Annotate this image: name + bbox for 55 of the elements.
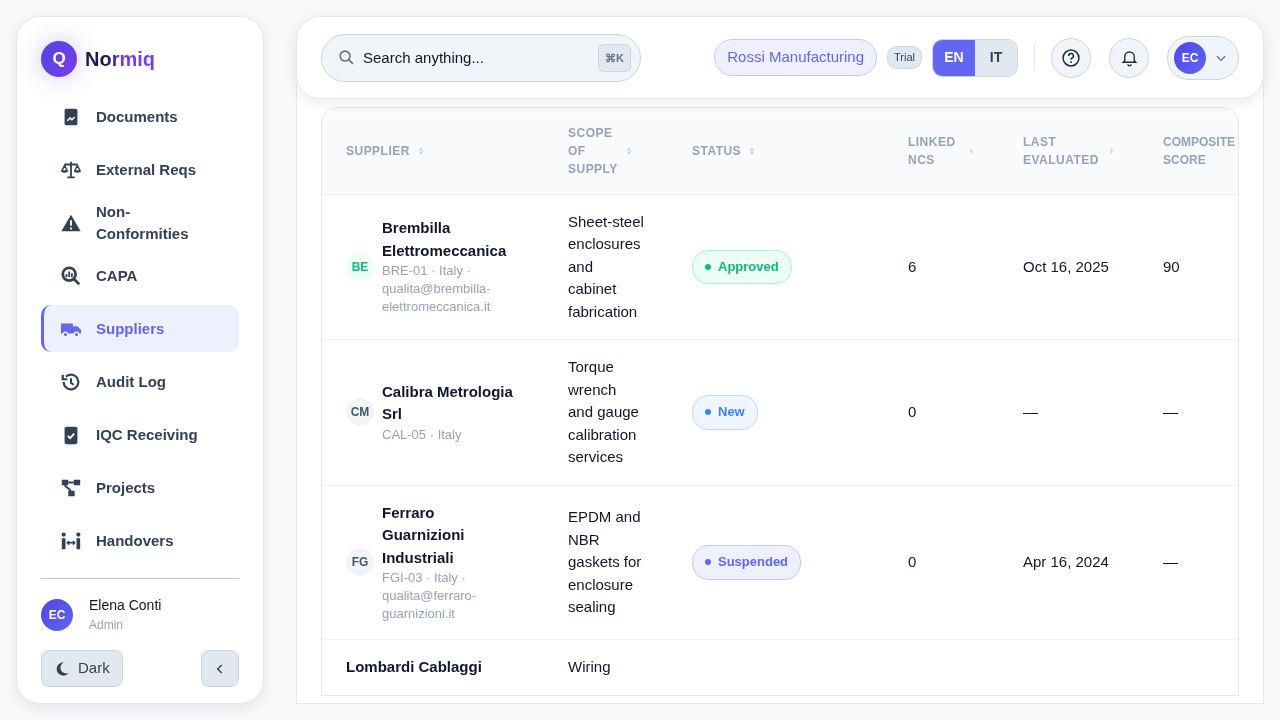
sort-icon bbox=[968, 145, 975, 156]
moon-icon bbox=[54, 660, 70, 677]
linked-ncs-count: 0 bbox=[908, 553, 917, 570]
organization-chip[interactable]: Rossi Manufacturing bbox=[714, 39, 877, 76]
supplier-avatar: FG bbox=[346, 548, 374, 577]
help-icon bbox=[1061, 47, 1081, 68]
theme-button[interactable]: Dark bbox=[41, 650, 123, 687]
scope-text: Wiring bbox=[568, 658, 611, 675]
supplier-details: FGI-03 · Italy · qualita@ferraro-guarnizioni.it bbox=[382, 569, 478, 623]
bell-icon bbox=[1119, 48, 1139, 67]
user-name: Elena Conti bbox=[89, 596, 162, 615]
scope-text: Torque wrench and gauge calibration services bbox=[568, 358, 639, 465]
user-role: Admin bbox=[89, 617, 124, 634]
notifications-button[interactable] bbox=[1109, 37, 1149, 78]
supplier-name[interactable]: Ferraro Guarnizioni Industriali bbox=[382, 501, 520, 569]
sort-icon bbox=[1108, 145, 1115, 156]
search-chart-icon bbox=[60, 264, 82, 287]
search-icon bbox=[338, 48, 355, 66]
status-pill: New bbox=[692, 395, 758, 430]
nav-item[interactable]: Handovers bbox=[41, 517, 239, 564]
account-menu[interactable]: EC bbox=[1167, 35, 1239, 80]
composite-score: — bbox=[1163, 403, 1178, 420]
status-pill: Approved bbox=[692, 249, 792, 284]
composite-score: 90 bbox=[1163, 257, 1180, 275]
nav-item[interactable]: Non-Conformities bbox=[41, 199, 239, 246]
evaluation-date: Apr 16, 2024 bbox=[1023, 553, 1109, 570]
evaluation-date: — bbox=[1023, 403, 1038, 420]
scope-text: Sheet-steel enclosures and cabinet fabrication bbox=[568, 212, 644, 320]
nav-item[interactable]: CAPA bbox=[41, 252, 239, 299]
nav-item[interactable]: Audit Log bbox=[41, 358, 239, 405]
plan-tag: Trial bbox=[887, 46, 922, 69]
linked-ncs-count: 6 bbox=[908, 257, 917, 275]
supplier-avatar: CM bbox=[346, 398, 374, 427]
sort-icon bbox=[624, 145, 634, 156]
status-pill: Suspended bbox=[692, 545, 802, 580]
nav-item[interactable]: Suppliers bbox=[41, 305, 239, 352]
supplier-details: CAL-05 · Italy bbox=[382, 425, 463, 444]
logo-mark: Q bbox=[41, 41, 77, 77]
composite-score: — bbox=[1163, 553, 1178, 570]
help-button[interactable] bbox=[1051, 37, 1091, 78]
linked-ncs-count: 0 bbox=[908, 403, 917, 420]
nav-item[interactable]: Projects bbox=[41, 464, 239, 511]
scope-text: EPDM and NBR gaskets for enclosure sealing bbox=[568, 508, 642, 615]
evaluation-date: Oct 16, 2025 bbox=[1023, 257, 1109, 275]
supplier-name[interactable]: Lombardi Cablaggi bbox=[346, 656, 482, 679]
supplier-name[interactable]: Calibra Metrologia Srl bbox=[382, 380, 520, 426]
language-toggle[interactable]: EN bbox=[933, 39, 975, 76]
nav-item[interactable]: IQC Receiving bbox=[41, 411, 239, 458]
nav-item[interactable]: Documents bbox=[41, 93, 239, 140]
nav-item[interactable]: External Reqs bbox=[41, 146, 239, 193]
supplier-details: BRE-01 · Italy · qualita@brembilla-elettromeccanica.it bbox=[382, 262, 492, 317]
supplier-name[interactable]: Brembilla Elettromeccanica bbox=[382, 217, 520, 263]
user-avatar: EC bbox=[41, 598, 73, 631]
supplier-avatar: BE bbox=[346, 252, 374, 281]
language-toggle[interactable]: IT bbox=[975, 39, 1017, 76]
